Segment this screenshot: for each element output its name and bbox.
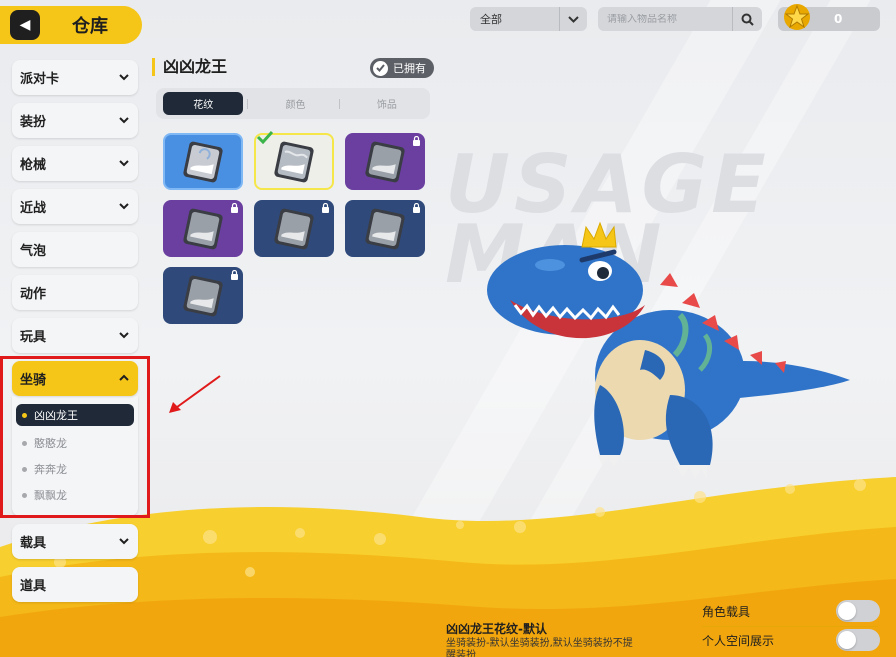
filter-selected-value: 全部 xyxy=(480,13,502,26)
toggle-row-character-vehicle: 角色载具 xyxy=(702,600,880,622)
chevron-down-icon xyxy=(119,160,129,167)
mount-dinosaur-model[interactable] xyxy=(470,215,860,495)
search-input[interactable] xyxy=(598,13,728,25)
tab-accessory[interactable]: 饰品 xyxy=(344,92,430,115)
back-button[interactable]: ◀ xyxy=(10,10,40,40)
toggle-knob xyxy=(838,631,856,649)
sidebar-item-guns[interactable]: 枪械 xyxy=(12,146,138,181)
skin-thumbnail-icon xyxy=(365,208,405,249)
selected-skin-title: 凶凶龙王花纹-默认 xyxy=(446,622,547,636)
toggle-knob xyxy=(838,602,856,620)
page-title: 仓库 xyxy=(72,16,108,37)
sidebar-item-toys[interactable]: 玩具 xyxy=(12,318,138,353)
chevron-down-icon xyxy=(119,538,129,545)
tab-divider xyxy=(247,98,249,109)
customize-tabs: 花纹 颜色 饰品 xyxy=(156,88,430,119)
lock-icon xyxy=(413,136,420,146)
annotation-arrow xyxy=(169,375,221,413)
skin-card[interactable] xyxy=(163,200,243,257)
currency-value: 0 xyxy=(834,12,843,26)
sidebar-item-outfit[interactable]: 装扮 xyxy=(12,103,138,138)
skin-thumbnail-icon xyxy=(274,141,314,182)
tab-divider xyxy=(338,98,340,109)
sidebar-item-label: 气泡 xyxy=(20,244,47,259)
skin-card[interactable] xyxy=(345,133,425,190)
skin-thumbnail-icon xyxy=(183,208,223,249)
skin-card[interactable] xyxy=(163,267,243,324)
character-vehicle-toggle[interactable] xyxy=(836,600,880,622)
sidebar-item-props[interactable]: 道具 xyxy=(12,567,138,602)
warehouse-title-bar: ◀ 仓库 xyxy=(0,6,142,44)
sidebar-item-label: 近战 xyxy=(20,201,47,216)
search-icon[interactable] xyxy=(732,7,762,31)
toggle-label: 个人空间展示 xyxy=(702,633,775,648)
sidebar-item-bubble[interactable]: 气泡 xyxy=(12,232,138,267)
toggle-row-personal-space: 个人空间展示 xyxy=(702,629,880,651)
skin-card[interactable] xyxy=(254,200,334,257)
chevron-down-icon xyxy=(119,203,129,210)
divider xyxy=(702,626,878,627)
skin-thumbnail-icon xyxy=(365,141,405,182)
tab-pattern[interactable]: 花纹 xyxy=(163,92,244,115)
owned-badge: 已拥有 xyxy=(370,58,434,78)
annotation-highlight-box xyxy=(0,356,150,518)
skin-thumbnail-icon xyxy=(274,208,314,249)
skin-thumbnail-icon xyxy=(183,141,223,182)
back-arrow-icon: ◀ xyxy=(19,17,31,33)
item-search xyxy=(598,7,762,31)
currency-display[interactable]: 0 xyxy=(778,4,880,31)
chevron-down-icon xyxy=(119,117,129,124)
tab-color[interactable]: 颜色 xyxy=(252,92,338,115)
chevron-down-icon xyxy=(119,74,129,81)
lock-icon xyxy=(322,203,329,213)
lock-icon xyxy=(413,203,420,213)
skin-card[interactable] xyxy=(163,133,243,190)
lock-icon xyxy=(231,203,238,213)
skin-card[interactable] xyxy=(345,200,425,257)
check-circle-icon xyxy=(373,60,388,76)
sidebar-item-label: 动作 xyxy=(20,287,47,302)
sidebar-item-label: 载具 xyxy=(20,536,47,551)
sidebar-item-label: 枪械 xyxy=(20,158,47,173)
owned-label: 已拥有 xyxy=(393,62,426,75)
sidebar-item-vehicle[interactable]: 载具 xyxy=(12,524,138,559)
sidebar-item-label: 道具 xyxy=(20,579,47,594)
equipped-check-icon xyxy=(256,130,274,144)
mount-name-title: 凶凶龙王 xyxy=(152,58,227,76)
category-sidebar: 派对卡 装扮 枪械 近战 气泡 动作 玩具 坐骑 凶凶龙王 憨憨龙 奔奔龙 飘飘… xyxy=(12,60,138,610)
selected-skin-description: 坐骑装扮-默认坐骑装扮,默认坐骑装扮不提醒装扮 xyxy=(446,638,633,657)
lock-icon xyxy=(231,270,238,280)
sidebar-item-melee[interactable]: 近战 xyxy=(12,189,138,224)
sidebar-item-label: 玩具 xyxy=(20,330,47,345)
personal-space-display-toggle[interactable] xyxy=(836,629,880,651)
sidebar-item-label: 派对卡 xyxy=(20,72,60,87)
chevron-down-icon xyxy=(119,332,129,339)
category-filter-select[interactable]: 全部 xyxy=(470,7,587,31)
sidebar-item-label: 装扮 xyxy=(20,115,47,130)
sidebar-item-emote[interactable]: 动作 xyxy=(12,275,138,310)
sidebar-item-party-card[interactable]: 派对卡 xyxy=(12,60,138,95)
skin-thumbnail-icon xyxy=(183,275,223,316)
chevron-down-icon xyxy=(559,7,587,31)
toggle-label: 角色载具 xyxy=(702,604,751,619)
skin-card-equipped[interactable] xyxy=(254,130,334,190)
star-coin-icon xyxy=(784,4,810,30)
